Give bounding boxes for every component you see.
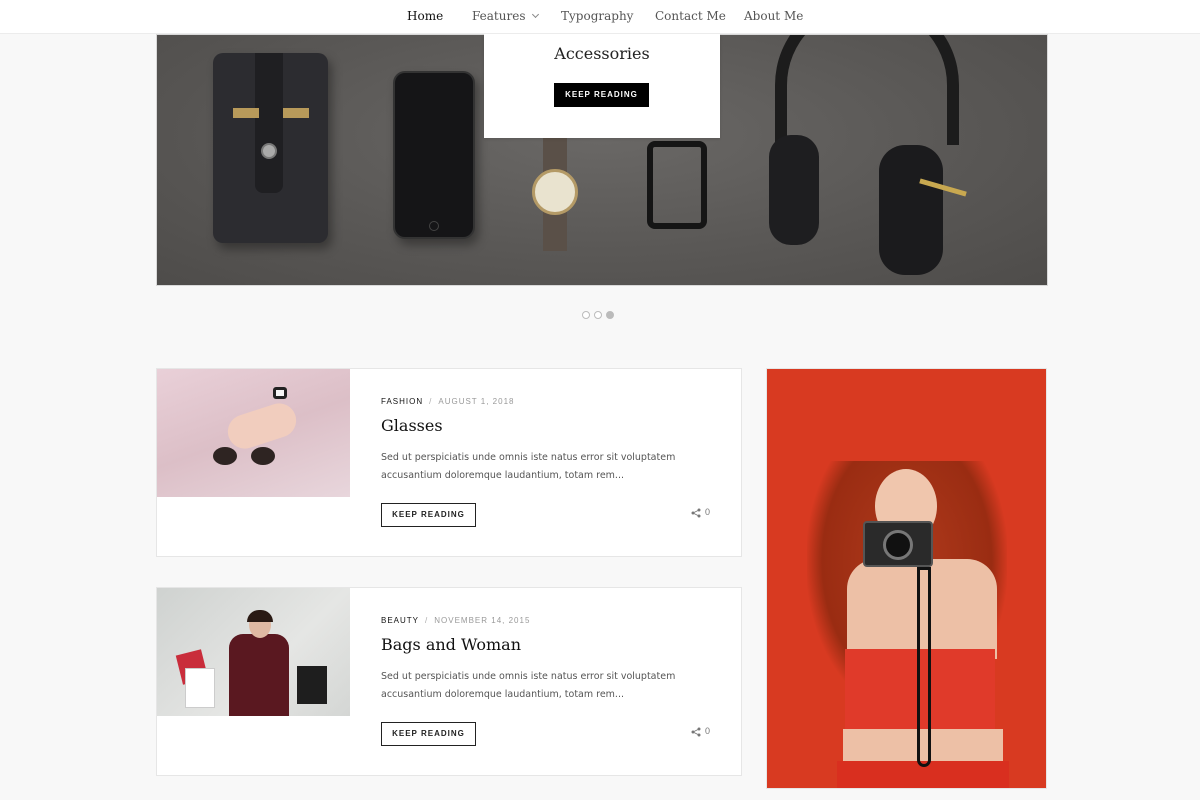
post-meta: FASHION / AUGUST 1, 2018 (381, 397, 515, 406)
hero-title[interactable]: Accessories (484, 44, 720, 63)
post-category[interactable]: FASHION (381, 397, 423, 406)
post-thumbnail[interactable] (157, 588, 350, 716)
share-button[interactable]: 0 (691, 726, 710, 737)
hero-keep-reading-button[interactable]: KEEP READING (554, 83, 649, 107)
nav-item-home[interactable]: Home (407, 9, 443, 23)
post-date: NOVEMBER 14, 2015 (434, 616, 531, 625)
slider-dot-3[interactable] (606, 311, 614, 319)
phone-photo-element (393, 71, 475, 239)
keep-reading-button[interactable]: KEEP READING (381, 722, 476, 746)
main-navigation: Home Features Typography Contact Me Abou… (0, 0, 1200, 34)
share-button[interactable]: 0 (691, 507, 710, 518)
slider-dot-2[interactable] (594, 311, 602, 319)
post-excerpt: Sed ut perspiciatis unde omnis iste natu… (381, 671, 676, 700)
share-count: 0 (705, 726, 711, 736)
post-title[interactable]: Glasses (381, 416, 443, 435)
glasses-photo-element (647, 141, 707, 229)
post-meta: BEAUTY / NOVEMBER 14, 2015 (381, 616, 531, 625)
post-category[interactable]: BEAUTY (381, 616, 419, 625)
slider-pagination (582, 306, 618, 319)
watch-photo-element (532, 169, 578, 215)
nav-item-features-label: Features (472, 9, 526, 23)
nav-item-features[interactable]: Features (472, 9, 540, 23)
chevron-down-icon (532, 10, 540, 19)
hero-caption-card: Accessories KEEP READING (484, 34, 720, 138)
post-excerpt: Sed ut perspiciatis unde omnis iste natu… (381, 452, 676, 481)
wallet-photo-element (213, 53, 328, 243)
keep-reading-button[interactable]: KEEP READING (381, 503, 476, 527)
post-card-glasses: FASHION / AUGUST 1, 2018 Glasses Sed ut pe… (156, 368, 742, 557)
post-date: AUGUST 1, 2018 (438, 397, 515, 406)
headphones-photo-element (769, 35, 967, 275)
post-card-bags-and-woman: BEAUTY / NOVEMBER 14, 2015 Bags and Woman … (156, 587, 742, 776)
slider-dot-1[interactable] (582, 311, 590, 319)
post-thumbnail[interactable] (157, 369, 350, 497)
nav-item-about-me[interactable]: About Me (744, 9, 803, 23)
share-icon (691, 508, 701, 518)
post-title[interactable]: Bags and Woman (381, 635, 521, 654)
nav-item-contact-me[interactable]: Contact Me (655, 9, 726, 23)
share-icon (691, 727, 701, 737)
sidebar-photo-woman-with-camera[interactable] (766, 368, 1047, 789)
share-count: 0 (705, 507, 711, 517)
nav-item-typography[interactable]: Typography (561, 9, 633, 23)
